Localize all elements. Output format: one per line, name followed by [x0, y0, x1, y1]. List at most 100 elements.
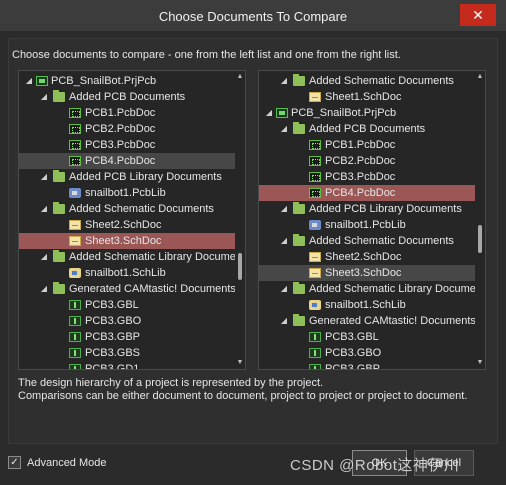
- scroll-up-icon[interactable]: ▲: [235, 71, 245, 83]
- tree-item[interactable]: PCB3.GD1: [19, 361, 237, 369]
- scroll-down-icon[interactable]: ▼: [235, 357, 245, 369]
- tree-item-label: PCB3.GBL: [85, 299, 139, 311]
- tree-item[interactable]: snailbot1.PcbLib: [259, 217, 477, 233]
- tree-item-label: snailbot1.PcbLib: [85, 187, 166, 199]
- expand-toggle-icon[interactable]: ◢: [279, 73, 289, 89]
- tree-item[interactable]: PCB1.PcbDoc: [259, 137, 477, 153]
- tree-item[interactable]: PCB2.PcbDoc: [19, 121, 237, 137]
- tree-item[interactable]: PCB3.GBS: [19, 345, 237, 361]
- tree-item-label: Sheet1.SchDoc: [325, 91, 402, 103]
- tree-item[interactable]: PCB3.GBL: [19, 297, 237, 313]
- tree-item[interactable]: ◢ PCB_SnailBot.PrjPcb: [19, 73, 237, 89]
- tree-item-label: Added Schematic Documents: [309, 235, 454, 247]
- folder-icon: [293, 202, 305, 214]
- close-button[interactable]: ✕: [460, 4, 496, 26]
- tree-item[interactable]: PCB3.GBP: [19, 329, 237, 345]
- scroll-down-icon[interactable]: ▼: [475, 357, 485, 369]
- tree-item-label: Added Schematic Documents: [69, 203, 214, 215]
- scroll-thumb[interactable]: [478, 225, 482, 253]
- gerber-file-icon: [69, 300, 81, 310]
- folder-icon: [293, 122, 305, 134]
- description-line-1: The design hierarchy of a project is rep…: [18, 377, 324, 389]
- description-line-2: Comparisons can be either document to do…: [18, 390, 468, 402]
- pcb-library-icon: [309, 220, 321, 230]
- folder-icon: [293, 74, 305, 86]
- expand-toggle-icon[interactable]: ◢: [39, 249, 49, 265]
- expand-toggle-icon[interactable]: ◢: [39, 281, 49, 297]
- tree-item[interactable]: PCB3.GBP: [259, 361, 477, 370]
- scroll-thumb[interactable]: [238, 252, 242, 281]
- pcb-document-icon: [69, 156, 81, 166]
- tree-item-label: PCB1.PcbDoc: [325, 139, 396, 151]
- tree-item[interactable]: Sheet1.SchDoc: [259, 89, 477, 105]
- tree-item-label: PCB3.GBP: [325, 363, 381, 370]
- tree-item-label: Sheet3.SchDoc: [325, 267, 402, 279]
- tree-item[interactable]: PCB3.GBL: [259, 329, 477, 345]
- tree-item[interactable]: PCB3.PcbDoc: [19, 137, 237, 153]
- pcb-document-icon: [69, 140, 81, 150]
- scroll-up-icon[interactable]: ▲: [475, 71, 485, 83]
- expand-toggle-icon[interactable]: ◢: [264, 105, 274, 121]
- tree-item-label: Sheet3.SchDoc: [85, 235, 162, 247]
- expand-toggle-icon[interactable]: ◢: [39, 201, 49, 217]
- tree-item-label: PCB3.GBO: [325, 347, 382, 359]
- tree-item[interactable]: Sheet2.SchDoc: [259, 249, 477, 265]
- tree-item[interactable]: Sheet3.SchDoc: [259, 265, 477, 281]
- tree-item[interactable]: ◢ Added PCB Documents: [259, 121, 477, 137]
- folder-icon: [53, 90, 65, 102]
- pcb-document-icon: [309, 140, 321, 150]
- expand-toggle-icon[interactable]: ◢: [279, 121, 289, 137]
- tree-item[interactable]: ◢ Added Schematic Documents: [259, 73, 477, 89]
- expand-toggle-icon[interactable]: ◢: [39, 89, 49, 105]
- tree-item-label: Added Schematic Library Documents: [309, 283, 486, 295]
- right-document-tree[interactable]: ◢ Added Schematic Documents Sheet1.SchDoc ◢…: [258, 70, 486, 370]
- tree-item[interactable]: ◢ Added PCB Library Documents: [19, 169, 237, 185]
- tree-item[interactable]: PCB1.PcbDoc: [19, 105, 237, 121]
- expand-toggle-icon[interactable]: ◢: [24, 73, 34, 89]
- expand-toggle-icon[interactable]: ◢: [279, 313, 289, 329]
- tree-item[interactable]: ◢ Added Schematic Documents: [19, 201, 237, 217]
- tree-item-label: PCB4.PcbDoc: [325, 187, 396, 199]
- tree-item[interactable]: PCB4.PcbDoc: [259, 185, 477, 201]
- tree-item-label: PCB3.PcbDoc: [325, 171, 396, 183]
- tree-item[interactable]: ◢ Added PCB Documents: [19, 89, 237, 105]
- tree-item-label: PCB3.GBO: [85, 315, 142, 327]
- folder-icon: [293, 314, 305, 326]
- tree-item[interactable]: ◢ Added Schematic Library Documents: [19, 249, 245, 265]
- right-tree-rows: ◢ Added Schematic Documents Sheet1.SchDoc ◢…: [259, 73, 485, 370]
- tree-item[interactable]: ◢ PCB_SnailBot.PrjPcb: [259, 105, 477, 121]
- tree-item[interactable]: snailbot1.PcbLib: [19, 185, 237, 201]
- tree-item[interactable]: snailbot1.SchLib: [259, 297, 477, 313]
- tree-item[interactable]: Sheet3.SchDoc: [19, 233, 237, 249]
- schematic-document-icon: [69, 236, 81, 246]
- expand-toggle-icon[interactable]: ◢: [279, 233, 289, 249]
- tree-item-label: snailbot1.SchLib: [325, 299, 406, 311]
- advanced-mode-label: Advanced Mode: [27, 457, 107, 469]
- expand-toggle-icon[interactable]: ◢: [279, 281, 289, 297]
- gerber-file-icon: [309, 332, 321, 342]
- tree-item[interactable]: PCB2.PcbDoc: [259, 153, 477, 169]
- tree-item[interactable]: ◢ Added Schematic Library Documents: [259, 281, 485, 297]
- expand-toggle-icon[interactable]: ◢: [39, 169, 49, 185]
- tree-item[interactable]: PCB4.PcbDoc: [19, 153, 237, 169]
- tree-item[interactable]: ◢ Generated CAMtastic! Documents: [259, 313, 477, 329]
- tree-item[interactable]: Sheet2.SchDoc: [19, 217, 237, 233]
- tree-item[interactable]: ◢ Added Schematic Documents: [259, 233, 477, 249]
- left-document-tree[interactable]: ◢ PCB_SnailBot.PrjPcb ◢ Added PCB Documents…: [18, 70, 246, 370]
- tree-item-label: Added PCB Library Documents: [69, 171, 222, 183]
- tree-item[interactable]: PCB3.GBO: [19, 313, 237, 329]
- gerber-file-icon: [69, 364, 81, 369]
- tree-item[interactable]: snailbot1.SchLib: [19, 265, 237, 281]
- tree-item[interactable]: PCB3.PcbDoc: [259, 169, 477, 185]
- tree-item[interactable]: PCB3.GBO: [259, 345, 477, 361]
- tree-item-label: Sheet2.SchDoc: [325, 251, 402, 263]
- left-tree-rows: ◢ PCB_SnailBot.PrjPcb ◢ Added PCB Documents…: [19, 73, 245, 369]
- tree-item[interactable]: ◢ Generated CAMtastic! Documents: [19, 281, 237, 297]
- checkbox-check-icon[interactable]: ✓: [8, 456, 21, 469]
- expand-toggle-icon[interactable]: ◢: [279, 201, 289, 217]
- folder-icon: [53, 202, 65, 214]
- pcb-document-icon: [69, 124, 81, 134]
- left-scrollbar[interactable]: ▲ ▼: [235, 71, 245, 369]
- tree-item[interactable]: ◢ Added PCB Library Documents: [259, 201, 477, 217]
- right-scrollbar[interactable]: ▲ ▼: [475, 71, 485, 369]
